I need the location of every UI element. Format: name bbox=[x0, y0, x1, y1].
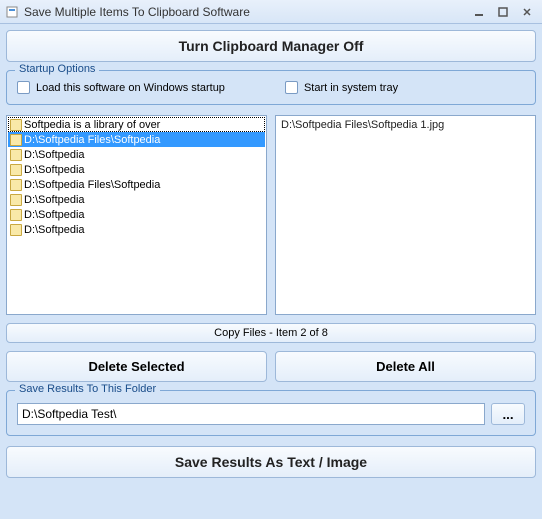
list-item[interactable]: D:\Softpedia bbox=[8, 192, 265, 207]
load-on-startup-checkbox[interactable]: Load this software on Windows startup bbox=[17, 81, 225, 94]
system-tray-checkbox[interactable]: Start in system tray bbox=[285, 81, 398, 94]
titlebar: Save Multiple Items To Clipboard Softwar… bbox=[0, 0, 542, 24]
list-item-label: D:\Softpedia bbox=[24, 209, 85, 221]
toggle-clipboard-manager-button[interactable]: Turn Clipboard Manager Off bbox=[6, 30, 536, 62]
list-item[interactable]: D:\Softpedia bbox=[8, 222, 265, 237]
list-item-label: D:\Softpedia bbox=[24, 164, 85, 176]
system-tray-label: Start in system tray bbox=[304, 82, 398, 94]
window-title: Save Multiple Items To Clipboard Softwar… bbox=[24, 5, 468, 19]
list-item-label: D:\Softpedia Files\Softpedia bbox=[24, 134, 160, 146]
file-icon bbox=[10, 134, 22, 146]
clipboard-items-list[interactable]: Softpedia is a library of over D:\Softpe… bbox=[6, 115, 267, 315]
save-folder-group: Save Results To This Folder ... bbox=[6, 390, 536, 436]
list-item[interactable]: D:\Softpedia Files\Softpedia bbox=[8, 177, 265, 192]
list-item-label: D:\Softpedia bbox=[24, 194, 85, 206]
delete-all-button[interactable]: Delete All bbox=[275, 351, 536, 382]
file-icon bbox=[10, 209, 22, 221]
checkbox-icon bbox=[17, 81, 30, 94]
file-icon bbox=[10, 194, 22, 206]
list-item-label: D:\Softpedia Files\Softpedia bbox=[24, 179, 160, 191]
copy-status-button[interactable]: Copy Files - Item 2 of 8 bbox=[6, 323, 536, 343]
list-item[interactable]: D:\Softpedia Files\Softpedia bbox=[8, 132, 265, 147]
preview-panel[interactable]: D:\Softpedia Files\Softpedia 1.jpg bbox=[275, 115, 536, 315]
list-item-label: D:\Softpedia bbox=[24, 149, 85, 161]
checkbox-icon bbox=[285, 81, 298, 94]
save-folder-legend: Save Results To This Folder bbox=[15, 383, 160, 395]
list-item[interactable]: D:\Softpedia bbox=[8, 147, 265, 162]
load-on-startup-label: Load this software on Windows startup bbox=[36, 82, 225, 94]
preview-text: D:\Softpedia Files\Softpedia 1.jpg bbox=[277, 117, 534, 133]
minimize-button[interactable] bbox=[468, 3, 490, 21]
list-item[interactable]: D:\Softpedia bbox=[8, 207, 265, 222]
save-folder-input[interactable] bbox=[17, 403, 485, 425]
app-icon bbox=[4, 4, 20, 20]
file-icon bbox=[10, 119, 22, 131]
browse-folder-button[interactable]: ... bbox=[491, 403, 525, 425]
close-button[interactable] bbox=[516, 3, 538, 21]
startup-options-group: Startup Options Load this software on Wi… bbox=[6, 70, 536, 105]
list-item-label: D:\Softpedia bbox=[24, 224, 85, 236]
save-results-button[interactable]: Save Results As Text / Image bbox=[6, 446, 536, 478]
file-icon bbox=[10, 149, 22, 161]
file-icon bbox=[10, 164, 22, 176]
delete-selected-button[interactable]: Delete Selected bbox=[6, 351, 267, 382]
maximize-button[interactable] bbox=[492, 3, 514, 21]
file-icon bbox=[10, 179, 22, 191]
list-item[interactable]: Softpedia is a library of over bbox=[8, 117, 265, 132]
list-item[interactable]: D:\Softpedia bbox=[8, 162, 265, 177]
list-item-label: Softpedia is a library of over bbox=[24, 119, 160, 131]
file-icon bbox=[10, 224, 22, 236]
startup-legend: Startup Options bbox=[15, 63, 99, 75]
